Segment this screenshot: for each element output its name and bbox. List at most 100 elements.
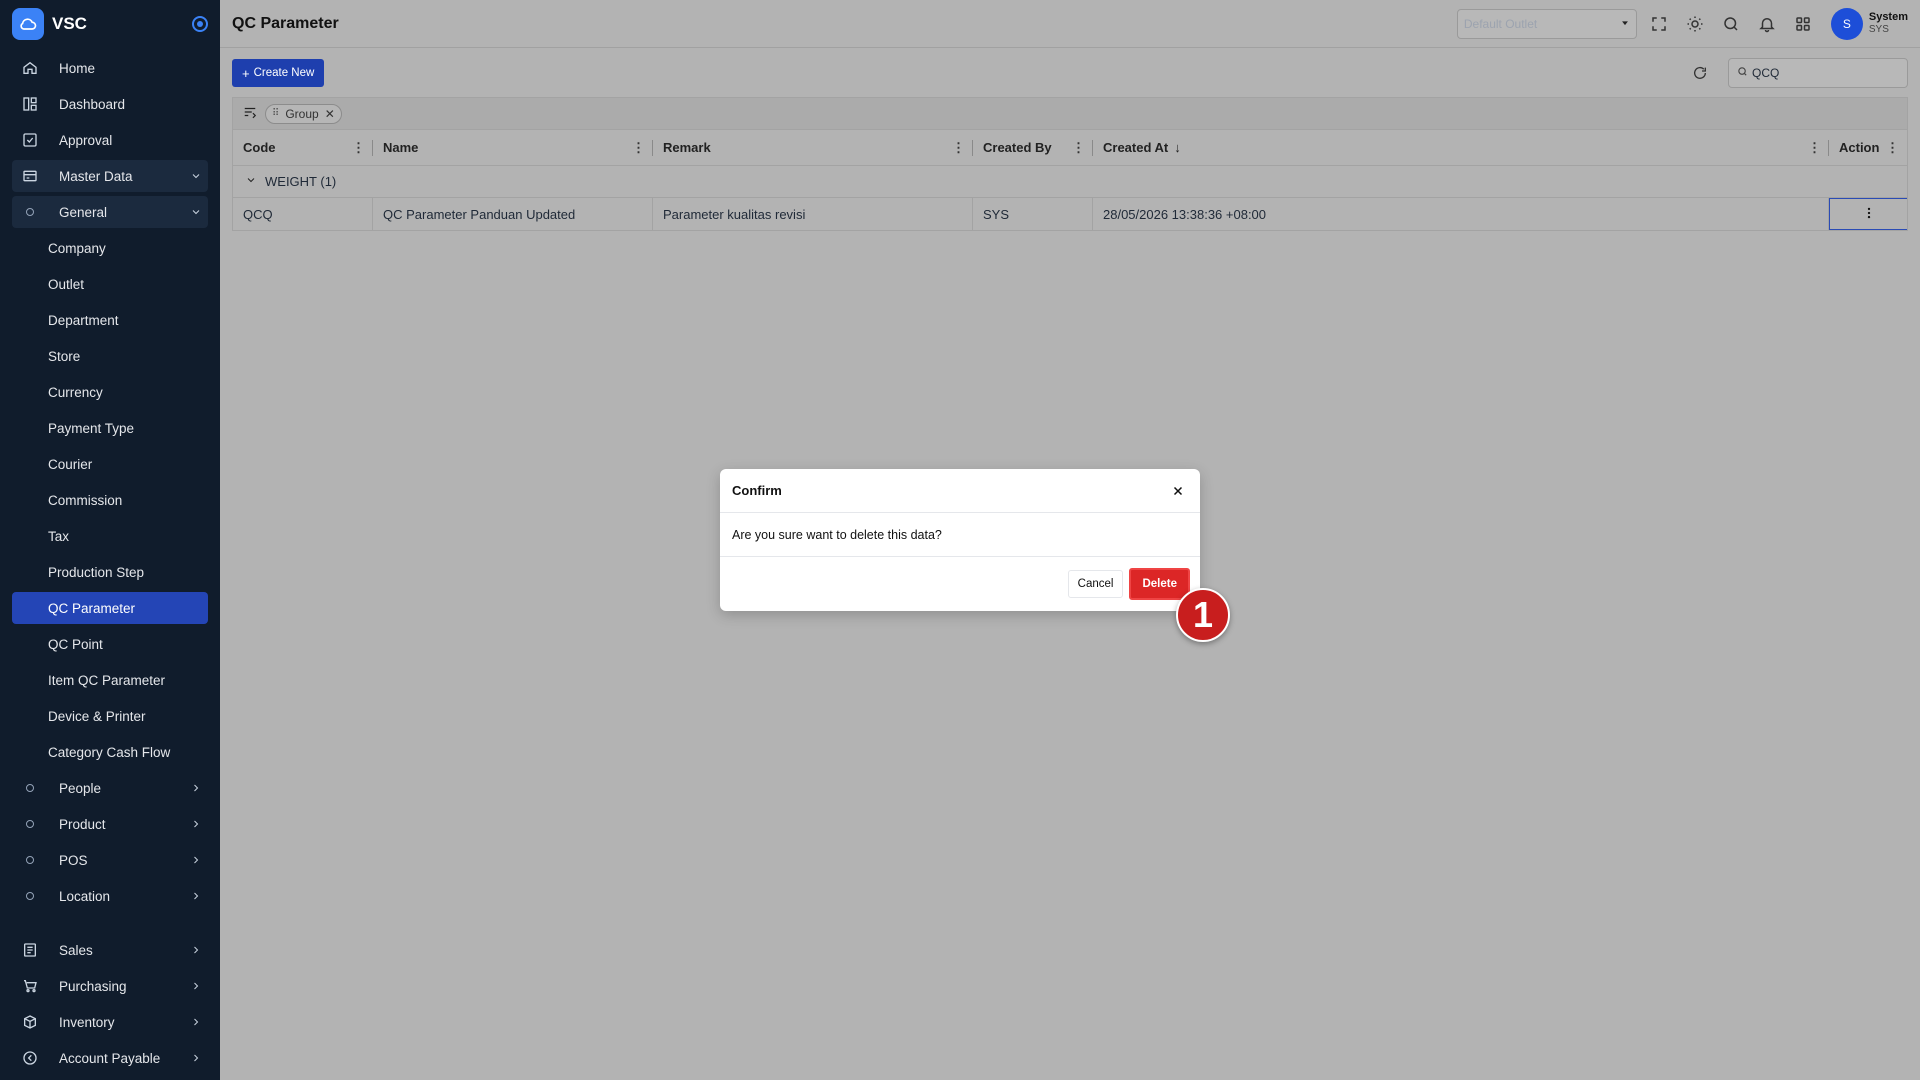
column-label: Name (383, 140, 419, 155)
sidebar-item-inventory[interactable]: Inventory (12, 1006, 208, 1038)
chevron-right-icon (188, 978, 204, 994)
sidebar-item-label: Dashboard (59, 96, 126, 112)
sidebar-nav: Home Dashboard Approval Master Data Gene… (0, 52, 220, 1074)
chevron-down-icon[interactable] (245, 174, 257, 189)
sidebar-item-account-payable[interactable]: Account Payable (12, 1042, 208, 1074)
cloud-logo-icon (12, 8, 44, 40)
cell-remark: Parameter kualitas revisi (653, 198, 973, 230)
sidebar-item-courier[interactable]: Courier (12, 448, 208, 480)
delete-button[interactable]: Delete (1129, 568, 1190, 600)
dialog-title: Confirm (732, 483, 782, 498)
sidebar-item-tax[interactable]: Tax (12, 520, 208, 552)
cell-name: QC Parameter Panduan Updated (373, 198, 653, 230)
chevron-right-icon (188, 1050, 204, 1066)
search-input[interactable]: QCQ (1728, 58, 1908, 88)
sort-down-arrow-icon: ↓ (1174, 140, 1181, 155)
column-label: Remark (663, 140, 711, 155)
table-row[interactable]: QCQ QC Parameter Panduan Updated Paramet… (233, 198, 1907, 230)
group-toggle-icon[interactable] (243, 105, 257, 122)
column-label: Created By (983, 140, 1052, 155)
sidebar-item-label: Payment Type (48, 420, 135, 436)
cell-code: QCQ (233, 198, 373, 230)
sidebar-item-production-step[interactable]: Production Step (12, 556, 208, 588)
sidebar-item-label: Currency (48, 384, 103, 400)
sidebar-item-product[interactable]: Product (12, 808, 208, 840)
group-chip[interactable]: ⠿ Group ✕ (265, 103, 342, 124)
column-menu-icon[interactable]: ⋮ (1886, 140, 1899, 156)
sidebar-item-commission[interactable]: Commission (12, 484, 208, 516)
sidebar-item-label: People (59, 780, 102, 796)
sidebar-item-qc-parameter[interactable]: QC Parameter (12, 592, 208, 624)
column-menu-icon[interactable]: ⋮ (352, 140, 365, 156)
sidebar-item-label: Tax (48, 528, 70, 544)
sidebar-item-purchasing[interactable]: Purchasing (12, 970, 208, 1002)
circle-icon (20, 202, 40, 222)
column-header-code[interactable]: Code ⋮ (233, 130, 373, 165)
sidebar-item-people[interactable]: People (12, 772, 208, 804)
cancel-button[interactable]: Cancel (1067, 570, 1124, 598)
sidebar-item-label: Store (48, 348, 81, 364)
apps-grid-icon[interactable] (1789, 10, 1817, 38)
sidebar-item-label: General (59, 204, 108, 220)
sidebar-item-master-data[interactable]: Master Data (12, 160, 208, 192)
chevron-right-icon (188, 888, 204, 904)
sidebar-item-label: Commission (48, 492, 123, 508)
row-action-menu[interactable] (1829, 198, 1907, 230)
app-name: VSC (52, 14, 87, 33)
column-label: Code (243, 140, 276, 155)
group-panel: ⠿ Group ✕ (233, 98, 1907, 130)
sidebar-item-outlet[interactable]: Outlet (12, 268, 208, 300)
sidebar-item-label: Product (59, 816, 106, 832)
column-header-name[interactable]: Name ⋮ (373, 130, 653, 165)
column-header-remark[interactable]: Remark ⋮ (653, 130, 973, 165)
refresh-icon[interactable] (1686, 59, 1714, 87)
sidebar-item-store[interactable]: Store (12, 340, 208, 372)
sidebar-item-approval[interactable]: Approval (12, 124, 208, 156)
sidebar-pin-icon[interactable] (192, 16, 208, 32)
column-header-created-by[interactable]: Created By ⋮ (973, 130, 1093, 165)
more-vertical-icon[interactable] (1862, 206, 1876, 223)
create-new-button[interactable]: + Create New (232, 59, 325, 87)
sidebar-item-qc-point[interactable]: QC Point (12, 628, 208, 660)
sidebar-item-device-printer[interactable]: Device & Printer (12, 700, 208, 732)
sidebar-item-currency[interactable]: Currency (12, 376, 208, 408)
action-bar: + Create New QCQ (232, 57, 1908, 89)
sidebar-item-home[interactable]: Home (12, 52, 208, 84)
group-row[interactable]: WEIGHT (1) (233, 166, 1907, 198)
sidebar-item-label: POS (59, 852, 88, 868)
column-header-created-at[interactable]: Created At ↓ ⋮ (1093, 130, 1829, 165)
bell-icon[interactable] (1753, 10, 1781, 38)
chevron-right-icon (188, 1014, 204, 1030)
theme-sun-icon[interactable] (1681, 10, 1709, 38)
sidebar-item-department[interactable]: Department (12, 304, 208, 336)
sidebar-item-label: Master Data (59, 168, 133, 184)
sidebar-item-pos[interactable]: POS (12, 844, 208, 876)
sidebar-item-item-qc-parameter[interactable]: Item QC Parameter (12, 664, 208, 696)
column-header-action[interactable]: Action ⋮ (1829, 130, 1907, 165)
plus-icon: + (242, 65, 250, 81)
column-menu-icon[interactable]: ⋮ (1808, 140, 1821, 156)
sidebar-item-label: Company (48, 240, 106, 256)
column-menu-icon[interactable]: ⋮ (1072, 140, 1085, 156)
outlet-select[interactable]: Default Outlet (1456, 8, 1637, 39)
dialog-message: Are you sure want to delete this data? (720, 513, 1200, 557)
sidebar-item-label: Item QC Parameter (48, 672, 166, 688)
user-menu[interactable]: S System SYS (1830, 7, 1908, 40)
sidebar-item-location[interactable]: Location (12, 880, 208, 912)
sidebar-item-payment-type[interactable]: Payment Type (12, 412, 208, 444)
remove-chip-icon[interactable]: ✕ (325, 107, 335, 121)
top-bar: QC Parameter Default Outlet S System SYS (220, 0, 1920, 48)
cell-created-at: 28/05/2026 13:38:36 +08:00 (1093, 198, 1829, 230)
sidebar-item-general[interactable]: General (12, 196, 208, 228)
search-icon[interactable] (1717, 10, 1745, 38)
sidebar-item-label: QC Parameter (48, 600, 136, 616)
sidebar-item-company[interactable]: Company (12, 232, 208, 264)
column-menu-icon[interactable]: ⋮ (632, 140, 645, 156)
sidebar-item-dashboard[interactable]: Dashboard (12, 88, 208, 120)
close-icon[interactable] (1168, 481, 1188, 501)
fullscreen-icon[interactable] (1645, 10, 1673, 38)
column-menu-icon[interactable]: ⋮ (952, 140, 965, 156)
sidebar-item-category-cash-flow[interactable]: Category Cash Flow (12, 736, 208, 768)
circle-icon (20, 886, 40, 906)
sidebar-item-sales[interactable]: Sales (12, 934, 208, 966)
